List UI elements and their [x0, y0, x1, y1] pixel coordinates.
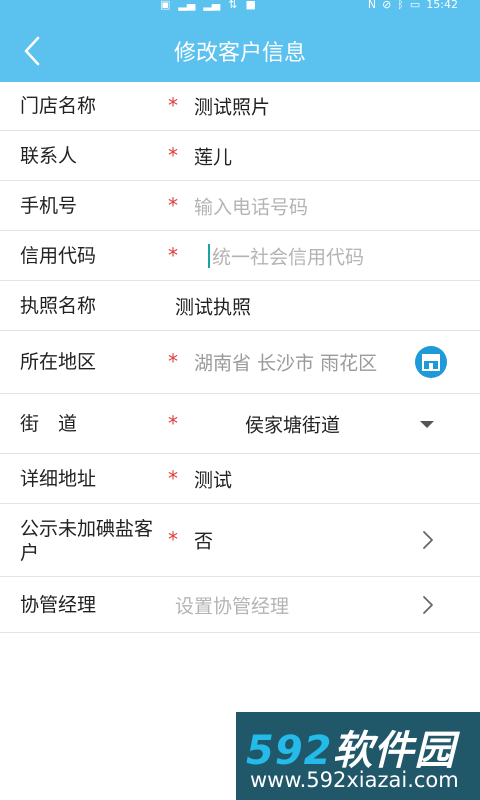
required-mark: *: [168, 93, 178, 118]
row-address[interactable]: 详细地址 * 测试: [0, 454, 480, 504]
row-phone[interactable]: 手机号 * 输入电话号码: [0, 181, 480, 231]
store-name-input[interactable]: 测试照片: [194, 93, 270, 120]
battery-icon: ▭: [409, 0, 421, 11]
chevron-right-icon[interactable]: [422, 595, 434, 615]
row-license-name[interactable]: 执照名称 测试执照: [0, 281, 480, 331]
status-time: 15:42: [426, 0, 458, 11]
salt-label: 公示未加碘盐客 户: [20, 517, 153, 565]
required-mark: *: [168, 193, 178, 218]
row-salt[interactable]: 公示未加碘盐客 户 * 否: [0, 504, 480, 577]
region-label: 所在地区: [20, 351, 97, 373]
nfc-icon: N: [367, 0, 377, 11]
hd-icon: ▣: [160, 0, 171, 11]
required-mark: *: [168, 466, 178, 491]
store-name-label: 门店名称: [20, 95, 97, 117]
customer-form: 门店名称 * 测试照片 联系人 * 莲儿 手机号 * 输入电话号码 信用代码 *…: [0, 82, 480, 633]
salt-label-line2: 户: [20, 542, 40, 564]
alert-icon: ■: [245, 0, 256, 11]
row-contact[interactable]: 联系人 * 莲儿: [0, 131, 480, 181]
required-mark: *: [168, 243, 178, 268]
text-cursor: [208, 243, 210, 268]
row-manager[interactable]: 协管经理 设置协管经理: [0, 577, 480, 633]
license-name-input[interactable]: 测试执照: [175, 292, 251, 319]
status-bar: ▣ ▂▄ ▂▄ ⇅ ■ N ⊘ ᛒ ▭ 15:42: [0, 0, 480, 14]
status-right-icons: N ⊘ ᛒ ▭ 15:42: [368, 0, 458, 11]
address-label: 详细地址: [20, 467, 97, 490]
site-watermark: 592软件园 www.592xiazai.com: [236, 712, 480, 800]
license-name-label: 执照名称: [20, 294, 97, 317]
street-label: 街 道: [20, 412, 78, 435]
required-mark: *: [168, 527, 178, 552]
page-title: 修改客户信息: [173, 41, 306, 66]
status-left-icons: ▣ ▂▄ ▂▄ ⇅ ■: [160, 0, 256, 11]
app-header: ▣ ▂▄ ▂▄ ⇅ ■ N ⊘ ᛒ ▭ 15:42 修改客户信息: [0, 0, 480, 82]
watermark-url: www.592xiazai.com: [250, 768, 459, 792]
data-icon: ⇅: [228, 0, 238, 11]
required-mark: *: [168, 349, 178, 374]
row-region[interactable]: 所在地区 * 湖南省 长沙市 雨花区: [0, 331, 480, 394]
signal-icon: ▂▄: [203, 0, 221, 11]
bluetooth-icon: ᛒ: [397, 0, 404, 11]
mute-icon: ⊘: [382, 0, 392, 11]
address-input[interactable]: 测试: [194, 465, 232, 492]
row-credit-code[interactable]: 信用代码 * 统一社会信用代码: [0, 231, 480, 281]
manager-label: 协管经理: [20, 593, 97, 616]
caret-down-icon[interactable]: [420, 420, 434, 428]
chevron-right-icon[interactable]: [422, 530, 434, 550]
salt-value[interactable]: 否: [194, 527, 213, 554]
signal-icon: ▂▄: [178, 0, 196, 11]
credit-code-input[interactable]: 统一社会信用代码: [212, 242, 364, 269]
street-select[interactable]: 侯家塘街道: [245, 410, 340, 437]
row-street[interactable]: 街 道 * 侯家塘街道: [0, 394, 480, 454]
location-select-button[interactable]: [415, 346, 447, 378]
salt-label-line1: 公示未加碘盐客: [20, 518, 154, 540]
phone-input[interactable]: 输入电话号码: [194, 192, 308, 219]
contact-label: 联系人: [20, 144, 78, 167]
credit-code-label: 信用代码: [20, 244, 97, 267]
required-mark: *: [168, 143, 178, 168]
region-value[interactable]: 湖南省 长沙市 雨花区: [194, 349, 377, 376]
phone-label: 手机号: [20, 194, 78, 217]
manager-input[interactable]: 设置协管经理: [175, 591, 289, 618]
store-icon: [422, 354, 440, 371]
row-store-name[interactable]: 门店名称 * 测试照片: [0, 82, 480, 131]
contact-input[interactable]: 莲儿: [194, 142, 232, 169]
required-mark: *: [168, 411, 178, 436]
